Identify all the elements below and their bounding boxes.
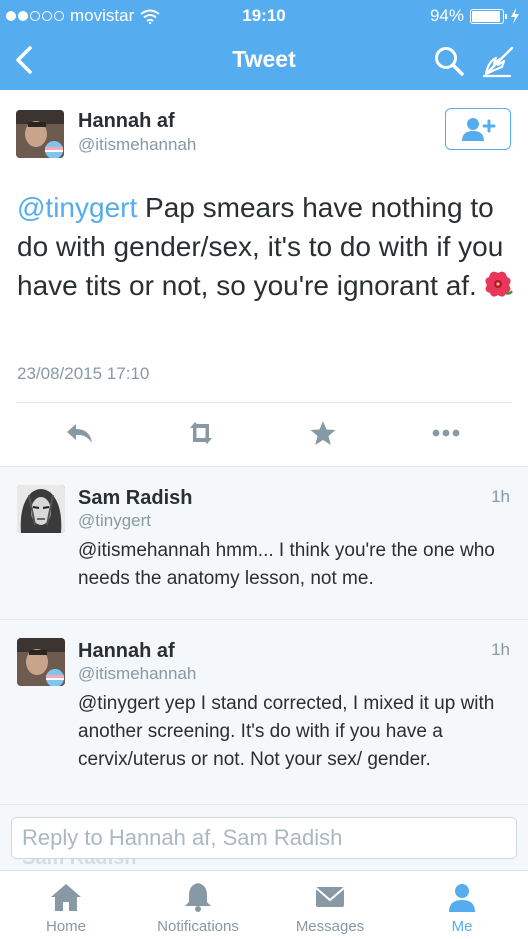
reply-author-name[interactable]: Sam Radish — [78, 487, 192, 510]
reply-input[interactable] — [11, 817, 517, 859]
author-handle[interactable]: @itismehannah — [78, 135, 196, 155]
tab-label: Notifications — [157, 918, 239, 935]
twitter-app: movistar 19:10 94% Tweet Hannah af @itis… — [0, 0, 528, 939]
tab-me[interactable]: Me — [396, 871, 528, 939]
person-icon — [449, 884, 475, 912]
home-icon — [51, 884, 81, 911]
reply-tweet[interactable]: Sam Radish @tinygert 1h @itismehannah hm… — [0, 467, 528, 620]
author-name[interactable]: Hannah af — [78, 110, 175, 133]
retweet-icon[interactable] — [185, 418, 217, 448]
add-user-icon — [462, 118, 496, 141]
avatar-image — [17, 485, 65, 533]
avatar[interactable] — [17, 638, 65, 686]
reply-author-handle[interactable]: @itismehannah — [78, 664, 196, 684]
tab-label: Messages — [295, 918, 365, 935]
star-icon[interactable] — [307, 418, 339, 448]
tweet-text: @tinygert Pap smears have nothing to do … — [17, 188, 517, 305]
avatar-image — [16, 110, 64, 158]
reply-text: @tinygert yep I stand corrected, I mixed… — [78, 693, 495, 770]
reply-icon[interactable] — [64, 418, 96, 448]
battery-percent: 94% — [429, 6, 464, 25]
nav-bar: Tweet — [0, 32, 528, 90]
reply-author-name[interactable]: Hannah af — [78, 640, 175, 663]
replies-list: Sam Radish @tinygert 1h @itismehannah hm… — [0, 466, 528, 804]
follow-button[interactable] — [445, 108, 511, 150]
tab-bar: Home Notifications Messages Me — [0, 870, 528, 939]
tweet-actions — [0, 414, 528, 454]
mention-link[interactable]: @tinygert — [17, 192, 137, 223]
top-bar: movistar 19:10 94% Tweet — [0, 0, 528, 90]
more-icon[interactable] — [430, 418, 462, 448]
tab-label: Home — [45, 918, 86, 935]
tab-label: Me — [451, 918, 473, 935]
tweet-date: 23/08/2015 17:10 — [17, 364, 150, 383]
tab-messages[interactable]: Messages — [264, 871, 396, 939]
reply-text: @itismehannah hmm... I think you're the … — [78, 540, 495, 589]
battery-group: 94% — [430, 6, 520, 26]
search-icon[interactable] — [432, 44, 466, 78]
avatar[interactable] — [16, 110, 64, 158]
battery-fill — [472, 10, 501, 22]
reply-composer: Sam Radish — [0, 804, 528, 870]
main-tweet: Hannah af @itismehannah @tinygert Pap sm… — [0, 90, 528, 466]
reply-time: 1h — [491, 487, 510, 506]
compose-icon[interactable] — [482, 44, 516, 78]
avatar[interactable] — [17, 485, 65, 533]
avatar-image — [17, 638, 65, 686]
reply-tweet[interactable]: Hannah af @itismehannah 1h @tinygert yep… — [0, 620, 528, 805]
status-bar: movistar 19:10 94% — [0, 0, 528, 32]
charging-icon — [511, 8, 519, 24]
divider — [17, 402, 511, 403]
bell-icon — [185, 883, 211, 912]
tab-notifications[interactable]: Notifications — [132, 871, 264, 939]
reply-author-handle[interactable]: @tinygert — [78, 511, 151, 531]
envelope-icon — [315, 887, 345, 907]
battery-icon — [470, 8, 507, 24]
hibiscus-emoji-icon — [485, 271, 513, 297]
reply-time: 1h — [491, 640, 510, 659]
tab-home[interactable]: Home — [0, 871, 132, 939]
